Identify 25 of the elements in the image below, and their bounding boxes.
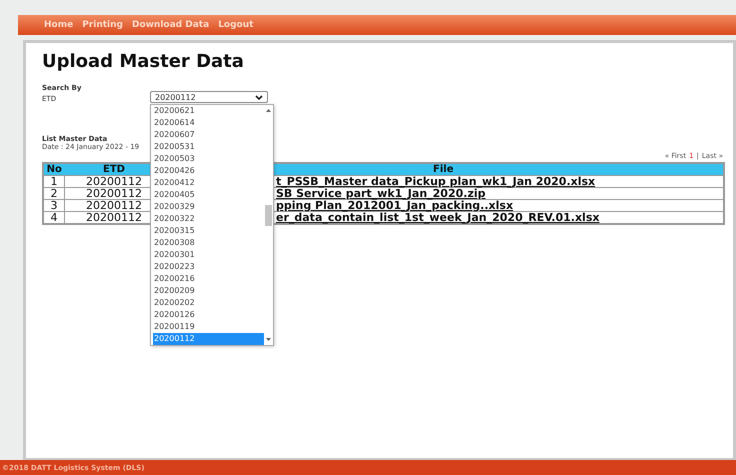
dropdown-option[interactable]: 20200607 [153, 129, 264, 141]
dropdown-option[interactable]: 20200614 [153, 117, 264, 129]
scroll-up-icon [266, 109, 271, 112]
dropdown-option[interactable]: 20200503 [153, 153, 264, 165]
table-cell: 3 [43, 200, 64, 212]
scroll-thumb[interactable] [265, 205, 272, 226]
chevron-icon [255, 94, 263, 100]
page-title: Upload Master Data [42, 51, 245, 72]
table-cell: 2 [43, 188, 64, 200]
dropdown-option[interactable]: 20200223 [153, 261, 264, 273]
etd-select[interactable]: 20200112 [150, 91, 268, 103]
dropdown-option[interactable]: 20200531 [153, 141, 264, 153]
dropdown-option[interactable]: 20200301 [153, 249, 264, 261]
dropdown-option[interactable]: 20200216 [153, 273, 264, 285]
column-header: No [43, 163, 64, 176]
dropdown-option[interactable]: 20200315 [153, 225, 264, 237]
dropdown-option[interactable]: 20200126 [153, 309, 264, 321]
dropdown-option[interactable]: 20200202 [153, 297, 264, 309]
scrollbar[interactable] [264, 105, 273, 345]
dropdown-option[interactable]: 20200209 [153, 285, 264, 297]
scroll-down-icon [266, 338, 271, 341]
dropdown-option[interactable]: 20200119 [153, 321, 264, 333]
dropdown-option[interactable]: 20200308 [153, 237, 264, 249]
dropdown-option[interactable]: 20200621 [153, 105, 264, 117]
table-cell: 1 [43, 176, 64, 188]
